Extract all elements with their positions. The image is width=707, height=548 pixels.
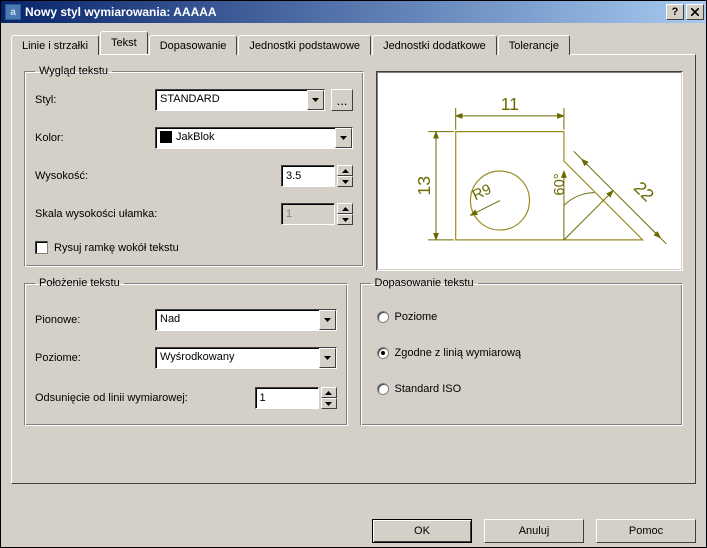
spin-down[interactable] — [337, 176, 353, 187]
input-fraction-scale — [281, 203, 335, 225]
help-button[interactable]: ? — [666, 4, 684, 20]
titlebar: a Nowy styl wymiarowania: AAAAA ? — [1, 1, 706, 23]
svg-text:60°: 60° — [552, 173, 568, 195]
dropdown-vertical[interactable]: Nad — [155, 309, 337, 331]
radio-circle-icon — [377, 347, 389, 359]
cancel-button[interactable]: Anuluj — [484, 519, 584, 543]
label-fraction-scale: Skala wysokości ułamka: — [35, 208, 281, 220]
dropdown-horizontal[interactable]: Wyśrodkowany — [155, 347, 337, 369]
svg-text:13: 13 — [414, 176, 434, 196]
close-button[interactable] — [686, 4, 704, 20]
chevron-down-icon — [319, 310, 336, 330]
checkbox-draw-frame[interactable]: Rysuj ramkę wokół tekstu — [35, 241, 179, 254]
radio-circle-icon — [377, 311, 389, 323]
tab-strip: Linie i strzałki Tekst Dopasowanie Jedno… — [11, 31, 696, 54]
spin-down[interactable] — [337, 214, 353, 225]
radio-aligned[interactable]: Zgodne z linią wymiarową — [377, 347, 667, 359]
tab-primary-units[interactable]: Jednostki podstawowe — [238, 35, 371, 55]
dialog-window: a Nowy styl wymiarowania: AAAAA ? Linie … — [0, 0, 707, 548]
radio-horizontal[interactable]: Poziome — [377, 311, 667, 323]
tab-panel: Wygląd tekstu Styl: STANDARD ... Kolor: — [11, 54, 696, 484]
dropdown-text-style[interactable]: STANDARD — [155, 89, 325, 111]
checkbox-box-icon — [35, 241, 48, 254]
help-button-footer[interactable]: Pomoc — [596, 519, 696, 543]
dropdown-text-color[interactable]: JakBlok — [155, 127, 353, 149]
chevron-down-icon — [319, 348, 336, 368]
group-text-placement-legend: Położenie tekstu — [35, 277, 124, 289]
dimension-preview: 11 13 R9 60° — [376, 71, 683, 271]
label-color: Kolor: — [35, 132, 155, 144]
group-text-appearance-legend: Wygląd tekstu — [35, 65, 112, 77]
input-text-height[interactable] — [281, 165, 335, 187]
label-offset: Odsunięcie od linii wymiarowej: — [35, 392, 255, 404]
svg-text:11: 11 — [501, 94, 519, 114]
spin-up[interactable] — [337, 203, 353, 214]
chevron-down-icon — [335, 128, 352, 148]
spin-up[interactable] — [321, 387, 337, 398]
group-text-appearance: Wygląd tekstu Styl: STANDARD ... Kolor: — [24, 65, 364, 267]
label-horizontal: Poziome: — [35, 352, 155, 364]
label-height: Wysokość: — [35, 170, 281, 182]
close-icon — [691, 8, 699, 16]
svg-text:22: 22 — [630, 177, 658, 205]
label-vertical: Pionowe: — [35, 314, 155, 326]
input-offset[interactable] — [255, 387, 319, 409]
group-text-placement: Położenie tekstu Pionowe: Nad Poziome: W… — [24, 277, 348, 426]
spin-up[interactable] — [337, 165, 353, 176]
tab-alternate-units[interactable]: Jednostki dodatkowe — [372, 35, 497, 55]
group-text-fit: Dopasowanie tekstu Poziome Zgodne z lini… — [360, 277, 684, 426]
tab-text[interactable]: Tekst — [100, 31, 148, 54]
chevron-down-icon — [307, 90, 324, 110]
label-style: Styl: — [35, 94, 155, 106]
color-swatch-icon — [160, 131, 172, 143]
client-area: Linie i strzałki Tekst Dopasowanie Jedno… — [1, 23, 706, 519]
button-style-more[interactable]: ... — [331, 89, 353, 111]
tab-lines-arrows[interactable]: Linie i strzałki — [11, 35, 99, 55]
radio-iso[interactable]: Standard ISO — [377, 383, 667, 395]
group-text-fit-legend: Dopasowanie tekstu — [371, 277, 478, 289]
window-title: Nowy styl wymiarowania: AAAAA — [25, 5, 666, 19]
ok-button[interactable]: OK — [372, 519, 472, 543]
tab-fit[interactable]: Dopasowanie — [149, 35, 238, 55]
dialog-buttons: OK Anuluj Pomoc — [1, 519, 706, 547]
radio-circle-icon — [377, 383, 389, 395]
svg-text:R9: R9 — [470, 181, 494, 204]
app-icon: a — [5, 4, 21, 20]
tab-tolerances[interactable]: Tolerancje — [498, 35, 570, 55]
spin-down[interactable] — [321, 398, 337, 409]
